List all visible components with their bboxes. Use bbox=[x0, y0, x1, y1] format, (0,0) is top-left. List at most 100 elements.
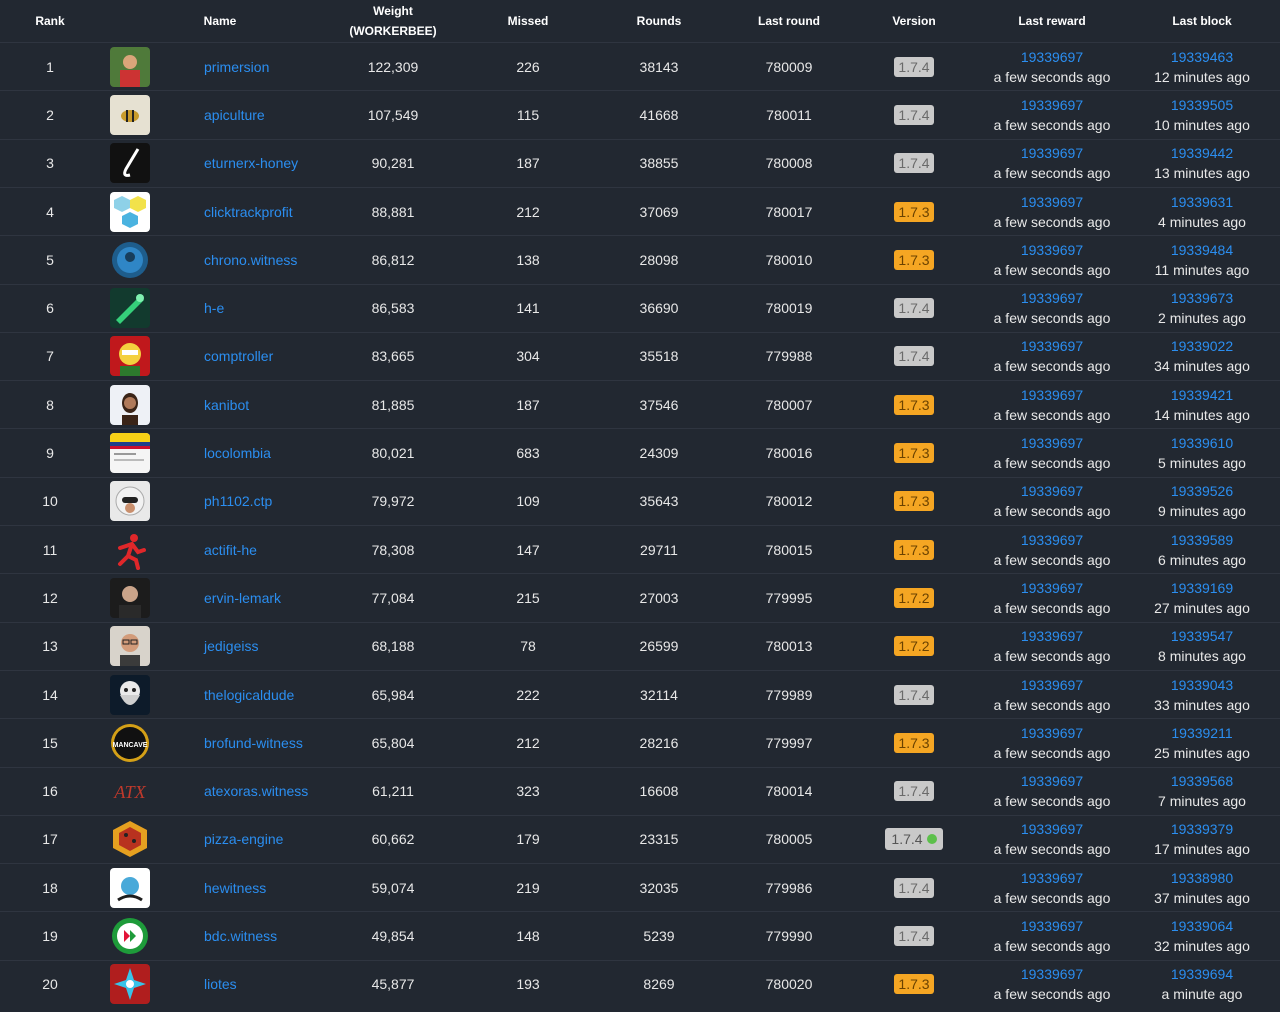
table-row[interactable]: 19 bdc.witness 49,854 148 5239 779990 1.7.4 193… bbox=[0, 911, 1280, 959]
witness-name-link[interactable]: h-e bbox=[204, 300, 224, 316]
witness-name-link[interactable]: thelogicaldude bbox=[204, 687, 294, 703]
last-block-link[interactable]: 19339589 bbox=[1171, 530, 1233, 550]
witness-name-link[interactable]: liotes bbox=[204, 976, 237, 992]
last-block-link[interactable]: 19339547 bbox=[1171, 626, 1233, 646]
reward-block-link[interactable]: 19339697 bbox=[1021, 916, 1083, 936]
reward-block-link[interactable]: 19339697 bbox=[1021, 288, 1083, 308]
reward-block-link[interactable]: 19339697 bbox=[1021, 143, 1083, 163]
last-block-link[interactable]: 19339484 bbox=[1171, 240, 1233, 260]
table-row[interactable]: 16 ATX atexoras.witness 61,211 323 16608 78001… bbox=[0, 766, 1280, 815]
hexagon-icons-icon[interactable] bbox=[110, 191, 150, 232]
table-row[interactable]: 14 thelogicaldude 65,984 222 32114 779989 1.7.… bbox=[0, 669, 1280, 718]
header-version[interactable]: Version bbox=[874, 0, 954, 42]
reward-block-link[interactable]: 19339697 bbox=[1021, 192, 1083, 212]
table-row[interactable]: 20 liotes 45,877 193 8269 780020 1.7.3 19339697… bbox=[0, 959, 1280, 1008]
witness-name-link[interactable]: brofund-witness bbox=[204, 735, 303, 751]
table-row[interactable]: 10 ph1102.ctp 79,972 109 35643 780012 1.7.3 193… bbox=[0, 476, 1280, 525]
man-portrait-icon[interactable] bbox=[110, 577, 150, 618]
reward-block-link[interactable]: 19339697 bbox=[1021, 530, 1083, 550]
green-ring-icon[interactable] bbox=[110, 916, 150, 956]
witness-name-link[interactable]: eturnerx-honey bbox=[204, 155, 298, 171]
person-photo-icon[interactable] bbox=[110, 46, 150, 87]
table-row[interactable]: 7 comptroller 83,665 304 35518 779988 1.7.4 193… bbox=[0, 331, 1280, 380]
table-row[interactable]: 18 hewitness 59,074 219 32035 779986 1.7.4 1933… bbox=[0, 863, 1280, 911]
last-block-link[interactable]: 19339022 bbox=[1171, 336, 1233, 356]
hooded-face-icon[interactable] bbox=[110, 481, 150, 522]
mascot-icon[interactable] bbox=[110, 867, 150, 908]
woman-portrait-icon[interactable] bbox=[110, 384, 150, 425]
green-dragon-icon[interactable] bbox=[110, 288, 150, 329]
hook-icon[interactable] bbox=[110, 143, 150, 184]
header-weight[interactable]: Weight (WORKERBEE) bbox=[333, 0, 453, 42]
last-block-link[interactable]: 19339631 bbox=[1171, 192, 1233, 212]
last-block-link[interactable]: 19339568 bbox=[1171, 771, 1233, 791]
witness-name-link[interactable]: apiculture bbox=[204, 107, 265, 123]
witness-name-link[interactable]: atexoras.witness bbox=[204, 783, 308, 799]
reward-block-link[interactable]: 19339697 bbox=[1021, 578, 1083, 598]
witness-name-link[interactable]: jedigeiss bbox=[204, 638, 258, 654]
witness-name-link[interactable]: pizza-engine bbox=[204, 831, 283, 847]
reward-block-link[interactable]: 19339697 bbox=[1021, 723, 1083, 743]
witness-name-link[interactable]: actifit-he bbox=[204, 542, 257, 558]
last-block-link[interactable]: 19338980 bbox=[1171, 868, 1233, 888]
man-glasses-icon[interactable] bbox=[110, 626, 150, 667]
table-row[interactable]: 1 primersion 122,309 226 38143 780009 1.7.4 193… bbox=[0, 42, 1280, 90]
pizza-hexagon-icon[interactable] bbox=[110, 819, 150, 859]
last-block-link[interactable]: 19339673 bbox=[1171, 288, 1233, 308]
last-block-link[interactable]: 19339169 bbox=[1171, 578, 1233, 598]
header-last-reward[interactable]: Last reward bbox=[992, 0, 1112, 42]
header-rounds[interactable]: Rounds bbox=[619, 0, 699, 42]
header-missed[interactable]: Missed bbox=[488, 0, 568, 42]
blue-seal-icon[interactable] bbox=[110, 240, 150, 280]
table-row[interactable]: 15 MANCAVE brofund-witness 65,804 212 28216 77… bbox=[0, 718, 1280, 766]
witness-name-link[interactable]: ervin-lemark bbox=[204, 590, 281, 606]
last-block-link[interactable]: 19339463 bbox=[1171, 47, 1233, 67]
bearded-skull-icon[interactable] bbox=[110, 674, 150, 715]
last-block-link[interactable]: 19339442 bbox=[1171, 143, 1233, 163]
colombia-flag-icon[interactable] bbox=[110, 433, 150, 474]
witness-name-link[interactable]: primersion bbox=[204, 59, 269, 75]
table-row[interactable]: 3 eturnerx-honey 90,281 187 38855 780008 1.7.4… bbox=[0, 138, 1280, 187]
last-block-link[interactable]: 19339610 bbox=[1171, 433, 1233, 453]
last-block-link[interactable]: 19339211 bbox=[1171, 723, 1232, 743]
header-last-round[interactable]: Last round bbox=[739, 0, 839, 42]
reward-block-link[interactable]: 19339697 bbox=[1021, 385, 1083, 405]
table-row[interactable]: 4 clicktrackprofit 88,881 212 37069 780017 1.7… bbox=[0, 186, 1280, 235]
witness-name-link[interactable]: kanibot bbox=[204, 397, 249, 413]
table-row[interactable]: 6 h-e 86,583 141 36690 780019 1.7.4 19339697 a f… bbox=[0, 283, 1280, 332]
header-rank[interactable]: Rank bbox=[20, 0, 80, 42]
header-last-block[interactable]: Last block bbox=[1142, 0, 1262, 42]
witness-name-link[interactable]: hewitness bbox=[204, 880, 266, 896]
witness-name-link[interactable]: chrono.witness bbox=[204, 252, 297, 268]
witness-name-link[interactable]: comptroller bbox=[204, 348, 273, 364]
table-row[interactable]: 5 chrono.witness 86,812 138 28098 780010 1.7.3… bbox=[0, 235, 1280, 283]
last-block-link[interactable]: 19339694 bbox=[1171, 964, 1233, 984]
reward-block-link[interactable]: 19339697 bbox=[1021, 964, 1083, 984]
runner-icon[interactable] bbox=[110, 530, 150, 570]
witness-name-link[interactable]: ph1102.ctp bbox=[204, 493, 272, 509]
witness-name-link[interactable]: bdc.witness bbox=[204, 928, 277, 944]
last-block-link[interactable]: 19339421 bbox=[1171, 385, 1233, 405]
witness-name-link[interactable]: clicktrackprofit bbox=[204, 204, 293, 220]
last-block-link[interactable]: 19339043 bbox=[1171, 675, 1233, 695]
reward-block-link[interactable]: 19339697 bbox=[1021, 336, 1083, 356]
table-row[interactable]: 2 apiculture 107,549 115 41668 780011 1.7.4 193… bbox=[0, 90, 1280, 138]
reward-block-link[interactable]: 19339697 bbox=[1021, 626, 1083, 646]
table-row[interactable]: 12 ervin-lemark 77,084 215 27003 779995 1.7.2 1… bbox=[0, 573, 1280, 621]
reward-block-link[interactable]: 19339697 bbox=[1021, 819, 1083, 839]
reward-block-link[interactable]: 19339697 bbox=[1021, 433, 1083, 453]
last-block-link[interactable]: 19339505 bbox=[1171, 95, 1233, 115]
reward-block-link[interactable]: 19339697 bbox=[1021, 95, 1083, 115]
cartoon-character-icon[interactable] bbox=[110, 336, 150, 377]
table-row[interactable]: 17 pizza-engine 60,662 179 23315 780005 1.7.4 1… bbox=[0, 814, 1280, 863]
bee-emblem-icon[interactable] bbox=[110, 94, 150, 135]
header-name[interactable]: Name bbox=[190, 0, 250, 42]
reward-block-link[interactable]: 19339697 bbox=[1021, 47, 1083, 67]
reward-block-link[interactable]: 19339697 bbox=[1021, 771, 1083, 791]
mancave-badge-icon[interactable]: MANCAVE bbox=[110, 723, 150, 763]
reward-block-link[interactable]: 19339697 bbox=[1021, 240, 1083, 260]
atx-logo-icon[interactable]: ATX bbox=[110, 771, 150, 811]
reward-block-link[interactable]: 19339697 bbox=[1021, 481, 1083, 501]
table-row[interactable]: 11 actifit-he 78,308 147 29711 780015 1.7.3 193… bbox=[0, 525, 1280, 573]
last-block-link[interactable]: 19339526 bbox=[1171, 481, 1233, 501]
